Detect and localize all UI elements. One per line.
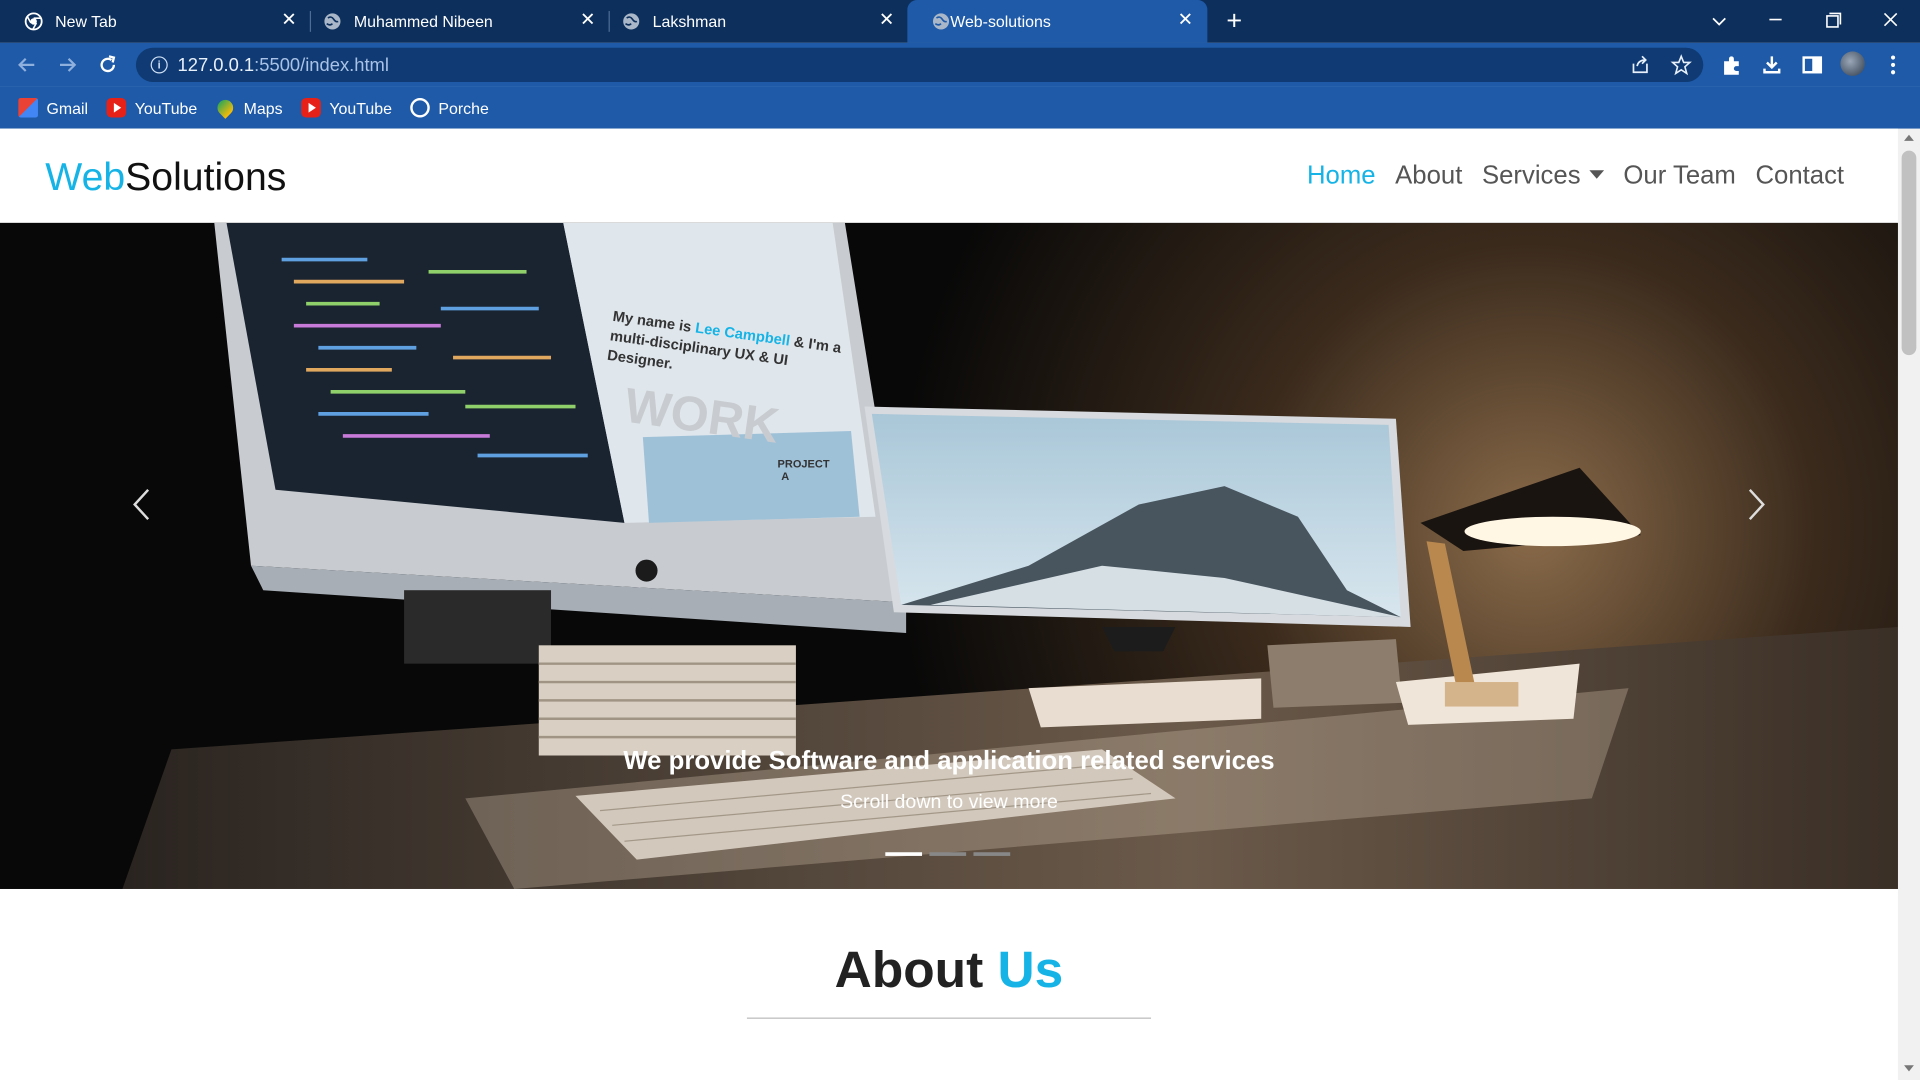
nav-services-label: Services — [1481, 161, 1581, 190]
globe-icon — [932, 13, 950, 30]
globe-icon — [324, 13, 341, 30]
bookmark-youtube[interactable]: YouTube — [106, 97, 198, 119]
bookmark-youtube-2[interactable]: YouTube — [301, 97, 392, 119]
bookmark-label: YouTube — [134, 98, 198, 117]
site-logo[interactable]: WebSolutions — [45, 154, 286, 199]
logo-rest: Solutions — [125, 154, 287, 199]
nav-services[interactable]: Services — [1482, 162, 1604, 191]
screen-project-label: PROJECT — [778, 459, 830, 471]
back-arrow-icon[interactable] — [15, 53, 39, 77]
close-window-icon[interactable] — [1876, 7, 1905, 34]
hero-caption-subtitle: Scroll down to view more — [840, 792, 1058, 814]
screen-project-letter: A — [781, 471, 789, 483]
close-tab-icon[interactable]: ✕ — [1176, 10, 1196, 31]
bookmark-label: YouTube — [329, 98, 392, 117]
tab-title: New Tab — [55, 12, 117, 31]
chrome-icon — [24, 12, 43, 31]
logo-accent: Web — [45, 154, 126, 199]
scroll-down-arrow-icon[interactable] — [1904, 1065, 1914, 1072]
nav-contact[interactable]: Contact — [1755, 162, 1844, 191]
tab-web-solutions[interactable]: Web-solutions ✕ — [907, 0, 1208, 43]
carousel-indicators — [885, 852, 1017, 856]
hero-caption-title: We provide Software and application rela… — [623, 746, 1275, 776]
about-heading-word1: About — [834, 940, 984, 998]
nav-home[interactable]: Home — [1307, 162, 1376, 191]
bookmark-label: Maps — [243, 98, 283, 117]
carousel-indicator-2[interactable] — [929, 852, 967, 856]
new-tab-plus-icon[interactable]: + — [1222, 7, 1246, 34]
tab-lakshman[interactable]: Lakshman ✕ — [598, 0, 904, 43]
scroll-up-arrow-icon[interactable] — [1904, 134, 1914, 141]
address-bar[interactable]: i 127.0.0.1:5500/index.html — [135, 47, 1704, 83]
carousel-next-icon[interactable] — [1741, 486, 1770, 523]
globe-icon — [623, 13, 640, 30]
minimize-icon[interactable] — [1761, 7, 1790, 34]
dropdown-caret-icon — [1589, 170, 1604, 179]
more-menu-icon[interactable] — [1881, 53, 1905, 77]
side-panel-icon[interactable] — [1800, 53, 1824, 77]
bookmark-label: Gmail — [46, 98, 89, 117]
nav-our-team[interactable]: Our Team — [1623, 162, 1735, 191]
carousel-indicator-1[interactable] — [885, 852, 923, 856]
site-navbar: WebSolutions Home About Services Our Tea… — [0, 128, 1898, 223]
tab-muhammed-nibeen[interactable]: Muhammed Nibeen ✕ — [299, 0, 605, 43]
bookmark-gmail[interactable]: Gmail — [18, 97, 88, 119]
browser-tab-strip: New Tab ✕ Muhammed Nibeen ✕ Lakshman ✕ W… — [0, 0, 1920, 43]
about-divider — [746, 1017, 1152, 1019]
close-tab-icon[interactable]: ✕ — [877, 10, 897, 31]
carousel-indicator-3[interactable] — [973, 852, 1011, 856]
gmail-icon — [18, 97, 38, 118]
close-tab-icon[interactable]: ✕ — [578, 10, 598, 31]
youtube-icon — [301, 97, 321, 118]
nav-links: Home About Services Our Team Contact — [1287, 162, 1844, 191]
hero-carousel: My name is Lee Campbell & I'm a multi-di… — [0, 222, 1898, 889]
bookmark-maps[interactable]: Maps — [214, 96, 283, 119]
globe-icon — [410, 97, 430, 118]
forward-arrow-icon[interactable] — [55, 53, 79, 77]
page-scrollbar[interactable] — [1897, 128, 1920, 1080]
bookmark-label: Porche — [438, 98, 489, 117]
extensions-puzzle-icon[interactable] — [1719, 53, 1743, 77]
share-icon[interactable] — [1630, 54, 1652, 76]
tab-new-tab[interactable]: New Tab ✕ — [0, 0, 306, 43]
about-heading: About Us — [0, 940, 1898, 999]
tab-title: Lakshman — [652, 12, 727, 31]
download-icon[interactable] — [1760, 53, 1784, 77]
bookmarks-bar: Gmail YouTube Maps YouTube Porche — [0, 86, 1920, 130]
url-host: 127.0.0.1 — [177, 55, 255, 76]
bookmark-porche[interactable]: Porche — [410, 97, 489, 119]
tab-search-chevron-icon[interactable] — [1704, 7, 1733, 34]
youtube-icon — [106, 97, 127, 118]
about-section: About Us — [0, 888, 1898, 1080]
profile-avatar[interactable] — [1840, 51, 1865, 76]
scrollbar-thumb[interactable] — [1901, 150, 1917, 356]
restore-icon[interactable] — [1818, 7, 1847, 34]
web-page: WebSolutions Home About Services Our Tea… — [0, 128, 1898, 1080]
nav-about[interactable]: About — [1395, 162, 1462, 191]
address-url[interactable]: 127.0.0.1:5500/index.html — [178, 55, 389, 76]
about-heading-word2: Us — [997, 940, 1064, 998]
reload-icon[interactable] — [96, 53, 120, 77]
browser-toolbar: i 127.0.0.1:5500/index.html — [0, 42, 1920, 87]
site-info-icon[interactable]: i — [150, 56, 168, 74]
tab-title: Muhammed Nibeen — [353, 12, 493, 31]
bookmark-star-icon[interactable] — [1670, 54, 1692, 76]
hero-image: My name is Lee Campbell & I'm a multi-di… — [0, 222, 1898, 889]
close-tab-icon[interactable]: ✕ — [279, 10, 299, 31]
carousel-prev-icon[interactable] — [127, 486, 156, 523]
url-path: :5500/index.html — [254, 55, 389, 76]
maps-icon — [214, 96, 237, 119]
tab-title: Web-solutions — [950, 12, 1051, 31]
